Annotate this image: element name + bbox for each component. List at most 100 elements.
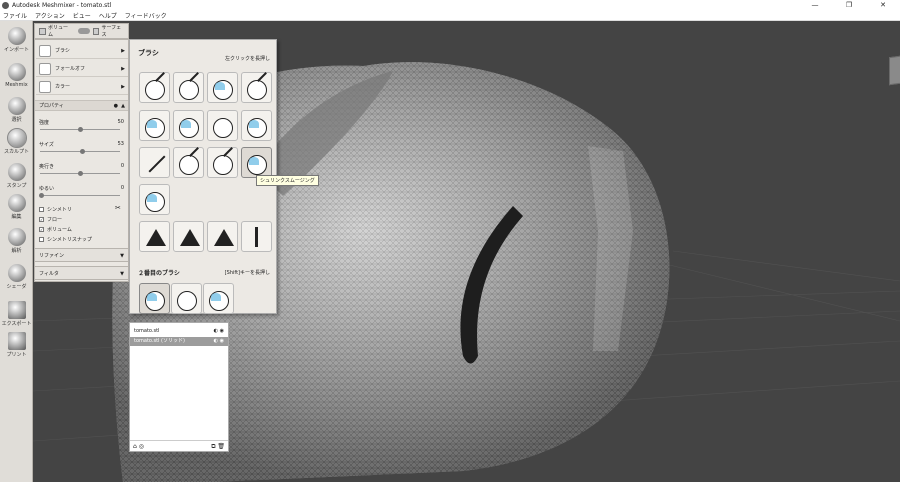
properties-title: プロパティ: [39, 103, 64, 109]
minimize-button[interactable]: —: [798, 0, 832, 11]
object-row-selected[interactable]: tomato.stl (ソリッド) ◐ ◉: [130, 337, 228, 346]
symmetry-snap-checkbox[interactable]: シンメトリスナップ: [39, 236, 92, 243]
highlight-icon: [211, 293, 221, 301]
brush-inflate[interactable]: [139, 110, 170, 141]
properties-header[interactable]: プロパティ ● ▲: [35, 100, 128, 111]
highlight-icon: [147, 194, 157, 202]
app-icon: [2, 2, 9, 9]
brush-pattern[interactable]: [207, 110, 238, 141]
sphere-icon: [179, 155, 199, 175]
restore-button[interactable]: ❐: [832, 0, 866, 11]
stamp-icon: [7, 163, 26, 181]
toolbar-import[interactable]: インポート: [0, 27, 33, 53]
volume-box[interactable]: ✓: [39, 227, 44, 232]
chevron-right-icon: ▶: [121, 83, 125, 90]
filter-header[interactable]: フィルタ ▼: [34, 266, 129, 280]
color-selector[interactable]: カラー ▶: [36, 79, 128, 95]
brush-paint[interactable]: [139, 147, 170, 178]
sphere-icon: [145, 80, 165, 100]
symmetry-checkbox[interactable]: シンメトリ: [39, 206, 72, 213]
strength-knob[interactable]: [78, 127, 83, 132]
info-icon[interactable]: ●: [114, 101, 118, 112]
toolbar-stamp[interactable]: スタンプ: [0, 163, 33, 189]
falloff-selector-label: フォールオフ: [55, 66, 86, 72]
brush-palette-hint: 左クリックを長押し: [224, 56, 270, 62]
toolbar-select[interactable]: 選択: [0, 97, 33, 123]
second-brush-1[interactable]: [139, 283, 170, 314]
brush-draw2[interactable]: [173, 72, 204, 103]
brush-reduce[interactable]: [173, 221, 204, 252]
mode-switch[interactable]: [77, 28, 90, 34]
falloff-selector[interactable]: フォールオフ ▶: [36, 61, 128, 77]
depth-knob[interactable]: [78, 171, 83, 176]
strength-slider[interactable]: 強度 50: [39, 119, 125, 132]
size-slider[interactable]: サイズ 53: [39, 141, 125, 154]
object-browser: tomato.stl ◐ ◉ tomato.stl (ソリッド) ◐ ◉ ⌂ ◎…: [129, 322, 229, 452]
symmetry-box[interactable]: [39, 207, 44, 212]
menu-feedback[interactable]: フィードバック: [125, 11, 167, 20]
brush-robust-smooth[interactable]: [139, 184, 170, 215]
brush-drag[interactable]: [241, 72, 272, 103]
surface-label[interactable]: サーフェス: [101, 24, 126, 38]
size-knob[interactable]: [80, 149, 86, 154]
brush-shrink-smooth[interactable]: [241, 147, 272, 178]
object-browser-footer: ⌂ ◎ ⧉ 🗑: [130, 440, 228, 451]
toolbar-edit[interactable]: 編集: [0, 194, 33, 220]
menu-action[interactable]: アクション: [35, 11, 65, 20]
volume-checkbox[interactable]: ✓ ボリューム: [39, 226, 72, 233]
lazy-track[interactable]: [40, 195, 120, 196]
refine-title: リファイン: [39, 253, 65, 259]
brush-shrink[interactable]: [207, 147, 238, 178]
object-tools-right-icon[interactable]: ⧉ 🗑: [211, 441, 225, 451]
brush-flatten[interactable]: [207, 72, 238, 103]
symmetry-snap-box[interactable]: [39, 237, 44, 242]
visibility-eye-icon[interactable]: ◐ ◉: [214, 327, 224, 336]
second-brush-3[interactable]: [203, 283, 234, 314]
volume-label[interactable]: ボリューム: [48, 24, 73, 38]
object-name: tomato.stl (ソリッド): [134, 338, 185, 344]
brush-tooltip: シュリンクスムージング: [256, 175, 319, 186]
view-cube[interactable]: 右: [889, 52, 900, 86]
brush-zipper[interactable]: [241, 221, 272, 252]
toolbar-analysis[interactable]: 解析: [0, 228, 33, 254]
toolbar-sculpt-label: スカルプト: [3, 149, 29, 155]
toolbar-sculpt[interactable]: スカルプト: [0, 128, 33, 155]
volume-check-label: ボリューム: [47, 227, 72, 233]
flow-box[interactable]: ✓: [39, 217, 44, 222]
brush-spikes[interactable]: [241, 110, 272, 141]
menu-bar: ファイル アクション ビュー ヘルプ フィードバック: [0, 11, 900, 21]
sphere-icon: [247, 80, 267, 100]
visibility-eye-icon[interactable]: ◐ ◉: [214, 337, 224, 346]
brush-thumb-icon: [39, 44, 51, 57]
brush-adaptive-reduce[interactable]: [207, 221, 238, 252]
second-brush-2[interactable]: [171, 283, 202, 314]
main-toolbar: インポート Meshmix 選択 スカルプト スタンプ 編集 解析 シェーダ エ…: [0, 21, 33, 482]
toolbar-print[interactable]: プリント: [0, 332, 33, 358]
object-tools-left-icon[interactable]: ⌂ ◎: [133, 441, 144, 451]
filter-title: フィルタ: [39, 271, 59, 277]
toolbar-meshmix[interactable]: Meshmix: [0, 63, 33, 88]
sphere-icon: [179, 80, 199, 100]
close-button[interactable]: ✕: [866, 0, 900, 11]
brush-draw[interactable]: [139, 72, 170, 103]
menu-file[interactable]: ファイル: [3, 11, 27, 20]
lazy-knob[interactable]: [39, 193, 44, 198]
object-row[interactable]: tomato.stl ◐ ◉: [130, 327, 228, 336]
size-label: サイズ: [39, 142, 54, 148]
wrench-icon[interactable]: ✂: [115, 204, 121, 212]
brush-attract[interactable]: [173, 147, 204, 178]
toolbar-shader[interactable]: シェーダ: [0, 264, 33, 290]
second-brush-title: ２番目のブラシ: [138, 270, 180, 277]
brush-selector[interactable]: ブラシ ▶: [36, 43, 128, 59]
flow-checkbox[interactable]: ✓ フロー: [39, 216, 62, 223]
analysis-icon: [7, 228, 26, 246]
toolbar-export[interactable]: エクスポート: [0, 301, 33, 327]
refine-header[interactable]: リファイン ▼: [34, 248, 129, 262]
brush-pinch[interactable]: [173, 110, 204, 141]
lazy-slider[interactable]: ゆるい 0: [39, 185, 125, 198]
menu-view[interactable]: ビュー: [73, 11, 91, 20]
symmetry-snap-label: シンメトリスナップ: [47, 237, 92, 243]
menu-help[interactable]: ヘルプ: [99, 11, 117, 20]
depth-slider[interactable]: 奥行き 0: [39, 163, 125, 176]
brush-refine[interactable]: [139, 221, 170, 252]
